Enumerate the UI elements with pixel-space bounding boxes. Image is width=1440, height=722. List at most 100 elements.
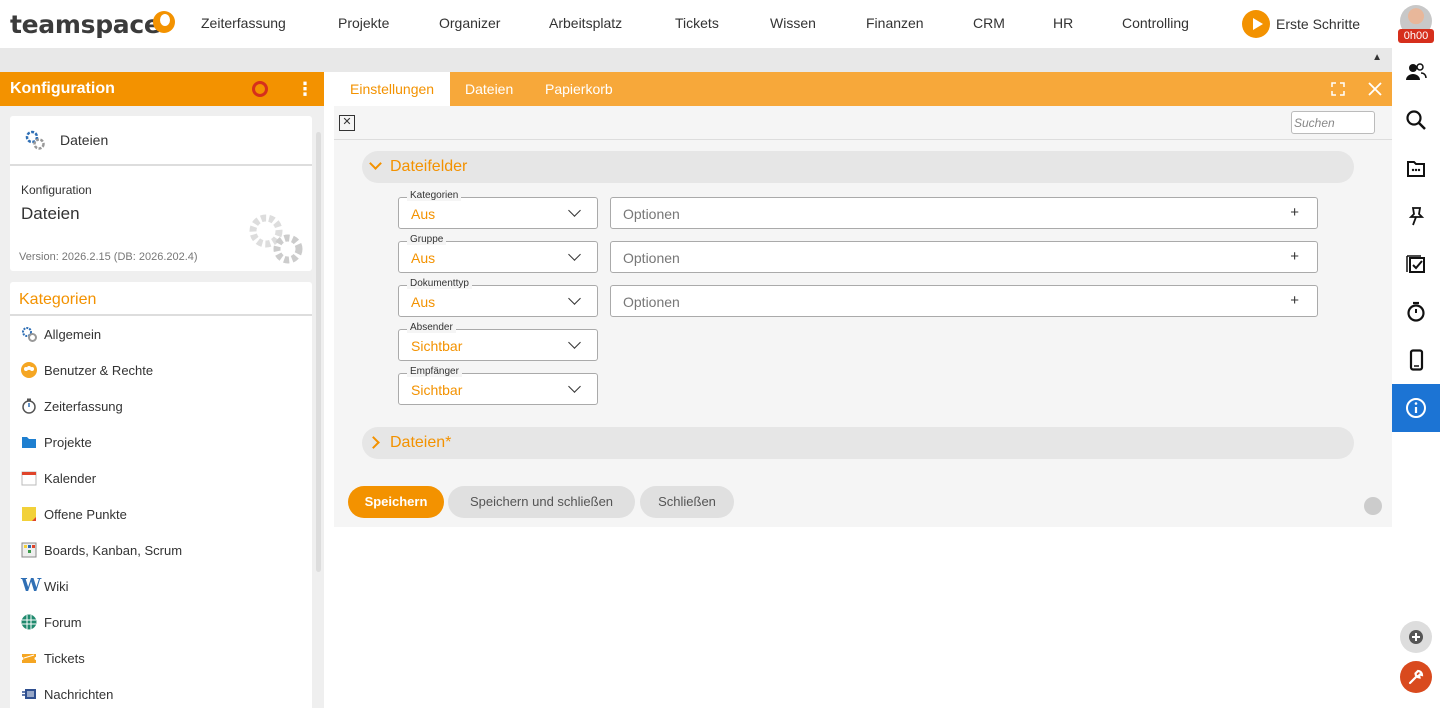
config-gears-icon (249, 214, 303, 264)
category-label: Offene Punkte (44, 506, 127, 522)
search-button[interactable] (1392, 96, 1440, 144)
timer-button[interactable] (1392, 288, 1440, 336)
inbox-button[interactable] (1392, 144, 1440, 192)
category-item-zeiterfassung[interactable]: Zeiterfassung (10, 388, 312, 424)
wrench-icon (1408, 669, 1424, 685)
first-steps-label: Erste Schritte (1276, 16, 1361, 32)
category-item-boards[interactable]: Boards, Kanban, Scrum (10, 532, 312, 568)
collapse-up-icon[interactable]: ▲ (1372, 52, 1382, 63)
kategorien-options-input[interactable]: Optionen + (610, 197, 1318, 229)
toolbar: ✕ Suchen (334, 106, 1392, 140)
save-button[interactable]: Speichern (348, 486, 444, 518)
wiki-icon: W (21, 575, 42, 596)
config-sidebar-header: Konfiguration ⋮ (0, 72, 324, 106)
save-and-close-button[interactable]: Speichern und schließen (448, 486, 635, 518)
nav-tickets[interactable]: Tickets (675, 15, 719, 31)
field-label: Empfänger (407, 366, 462, 377)
category-item-offene-punkte[interactable]: Offene Punkte (10, 496, 312, 532)
section-dateien[interactable]: Dateien* (362, 427, 1354, 459)
add-widget-button[interactable] (1400, 621, 1432, 653)
field-value: Aus (411, 250, 436, 266)
pin-button[interactable] (1392, 192, 1440, 240)
first-steps-button[interactable]: Erste Schritte (1242, 10, 1360, 38)
chevron-down-icon (568, 248, 581, 261)
close-icon[interactable] (1368, 82, 1382, 96)
user-icon[interactable] (1364, 497, 1382, 515)
current-item-row[interactable]: Dateien (10, 116, 312, 166)
tab-bar: Einstellungen Dateien Papierkorb (334, 72, 1392, 106)
nav-controlling[interactable]: Controlling (1122, 15, 1189, 31)
excel-export-icon[interactable]: ✕ (339, 115, 355, 131)
options-placeholder: Optionen (623, 206, 680, 222)
dokumenttyp-select[interactable]: Dokumenttyp Aus (398, 278, 598, 317)
plus-circle-icon (1409, 630, 1423, 644)
categories-card: Kategorien Allgemein Benutzer & Rechte Z… (10, 282, 312, 722)
board-icon (21, 542, 37, 558)
category-item-wiki[interactable]: W Wiki (10, 568, 312, 604)
sidebar-scrollbar[interactable] (316, 132, 321, 572)
more-menu-icon[interactable]: ⋮ (296, 80, 314, 98)
gruppe-select[interactable]: Gruppe Aus (398, 234, 598, 273)
tools-button[interactable] (1400, 661, 1432, 693)
teamspace-logo[interactable]: teamspace (10, 10, 175, 39)
category-item-tickets[interactable]: Tickets (10, 640, 312, 676)
gruppe-options-input[interactable]: Optionen + (610, 241, 1318, 273)
nav-wissen[interactable]: Wissen (770, 15, 816, 31)
contacts-button[interactable] (1392, 48, 1440, 96)
logo-mark-icon (153, 11, 175, 33)
nav-arbeitsplatz[interactable]: Arbeitsplatz (549, 15, 622, 31)
nav-hr[interactable]: HR (1053, 15, 1073, 31)
stopwatch-icon (22, 398, 36, 414)
empfaenger-select[interactable]: Empfänger Sichtbar (398, 366, 598, 405)
calendar-icon (21, 471, 37, 486)
category-label: Forum (44, 614, 82, 630)
category-item-projekte[interactable]: Projekte (10, 424, 312, 460)
add-option-icon[interactable]: + (1290, 248, 1299, 265)
mobile-button[interactable] (1392, 336, 1440, 384)
field-value: Aus (411, 294, 436, 310)
nav-projekte[interactable]: Projekte (338, 15, 389, 31)
close-button[interactable]: Schließen (640, 486, 734, 518)
chevron-right-icon (367, 436, 380, 449)
nav-organizer[interactable]: Organizer (439, 15, 500, 31)
settings-gear-icon[interactable] (252, 81, 268, 97)
nav-zeiterfassung[interactable]: Zeiterfassung (201, 15, 286, 31)
category-item-nachrichten[interactable]: Nachrichten (10, 676, 312, 712)
category-label: Benutzer & Rechte (44, 362, 154, 378)
ticket-icon (22, 654, 36, 663)
category-item-allgemein[interactable]: Allgemein (10, 316, 312, 352)
kategorien-select[interactable]: Kategorien Aus (398, 190, 598, 229)
tab-dateien[interactable]: Dateien (449, 72, 529, 106)
timer-badge[interactable]: 0h00 (1398, 29, 1434, 43)
tab-einstellungen[interactable]: Einstellungen (334, 72, 451, 106)
field-label: Absender (407, 322, 456, 333)
fullscreen-icon[interactable] (1331, 82, 1345, 96)
info-button[interactable] (1392, 384, 1440, 432)
category-item-kalender[interactable]: Kalender (10, 460, 312, 496)
search-icon (1406, 110, 1426, 130)
tasks-button[interactable] (1392, 240, 1440, 288)
forum-icon (21, 614, 37, 630)
field-label: Dokumenttyp (407, 278, 472, 289)
category-item-forum[interactable]: Forum (10, 604, 312, 640)
config-sidebar-title: Konfiguration (10, 80, 115, 97)
people-icon (1406, 63, 1427, 80)
gears-icon (22, 327, 37, 342)
section-dateifelder[interactable]: Dateifelder (362, 151, 1354, 183)
category-label: Tickets (44, 650, 85, 666)
nav-crm[interactable]: CRM (973, 15, 1005, 31)
category-label: Nachrichten (44, 686, 114, 702)
field-value: Sichtbar (411, 338, 463, 354)
category-label: Kalender (44, 470, 97, 486)
dokumenttyp-options-input[interactable]: Optionen + (610, 285, 1318, 317)
absender-select[interactable]: Absender Sichtbar (398, 322, 598, 361)
current-item-label: Dateien (60, 132, 109, 148)
search-input[interactable]: Suchen (1291, 111, 1375, 134)
collapse-bar: ▲ (0, 48, 1392, 72)
nav-finanzen[interactable]: Finanzen (866, 15, 924, 31)
category-item-benutzer[interactable]: Benutzer & Rechte (10, 352, 312, 388)
add-option-icon[interactable]: + (1290, 292, 1299, 309)
add-option-icon[interactable]: + (1290, 204, 1299, 221)
tab-papierkorb[interactable]: Papierkorb (529, 72, 629, 106)
gears-icon (25, 130, 45, 150)
